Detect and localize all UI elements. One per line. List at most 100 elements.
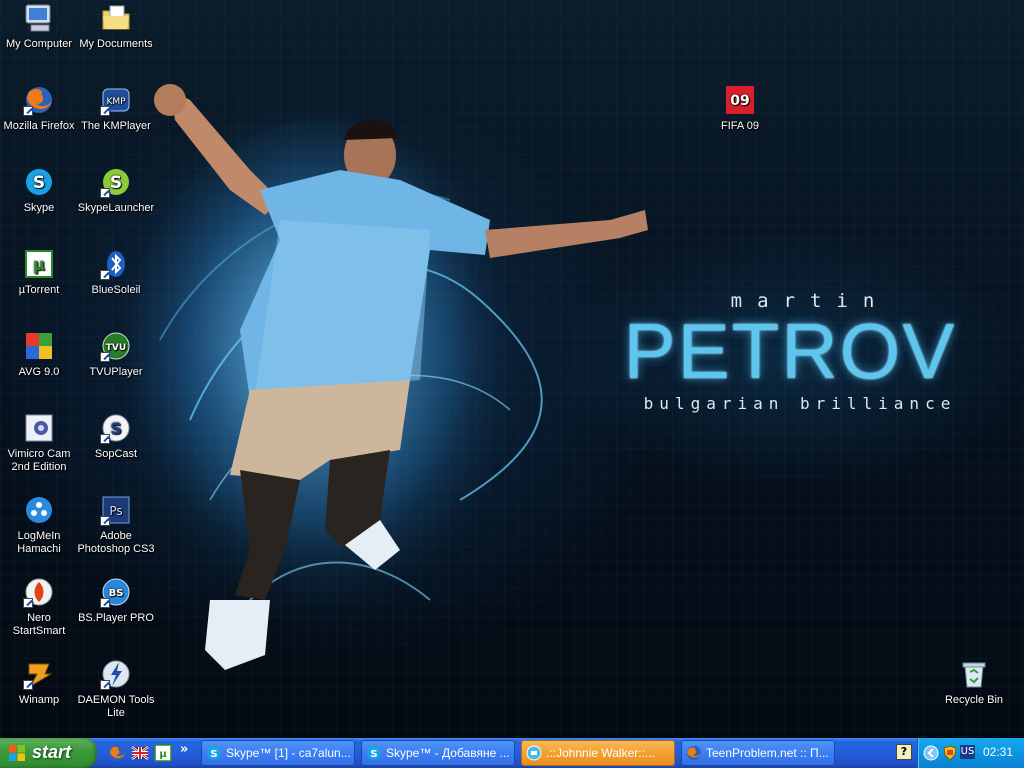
- svg-text:S: S: [110, 419, 122, 438]
- language-indicator[interactable]: US: [960, 745, 975, 759]
- svg-text:µ: µ: [159, 749, 167, 760]
- desktop-icon-skype[interactable]: S Skype: [0, 166, 78, 215]
- desktop-icon-label: AVG 9.0: [18, 366, 60, 378]
- skype-launcher-icon: S: [100, 166, 132, 198]
- start-label: start: [32, 742, 72, 762]
- desktop[interactable]: martin PETROV bulgarian brilliance My Co…: [0, 0, 1024, 738]
- desktop-icon-label: LogMeIn Hamachi: [17, 530, 61, 555]
- bsplayer-icon: BS: [100, 576, 132, 608]
- desktop-icon-skype-launcher[interactable]: S SkypeLauncher: [77, 166, 155, 215]
- desktop-icon-label: My Computer: [5, 38, 73, 50]
- fifa09-icon: 09: [724, 84, 756, 116]
- svg-text:09: 09: [730, 93, 749, 109]
- taskbar-button-skype-chat[interactable]: S Skype™ [1] - ca7alun...: [201, 740, 355, 766]
- desktop-icon-label: Vimicro Cam 2nd Edition: [7, 448, 71, 473]
- svg-text:S: S: [33, 173, 45, 193]
- nero-icon: [23, 576, 55, 608]
- taskbar: start µ » S Skype™ [1] - ca7alun... S Sk…: [0, 738, 1024, 768]
- winamp-icon: [23, 658, 55, 690]
- shortcut-arrow-icon: [100, 516, 110, 526]
- daemon-tools-icon: [100, 658, 132, 690]
- shortcut-arrow-icon: [23, 598, 33, 608]
- desktop-icon-label: µTorrent: [18, 284, 60, 296]
- avg-icon: [23, 330, 55, 362]
- taskbar-button-skype-add[interactable]: S Skype™ - Добавяне ...: [361, 740, 515, 766]
- hamachi-icon: [23, 494, 55, 526]
- wallpaper-tagline: bulgarian brilliance: [643, 394, 957, 413]
- shortcut-arrow-icon: [100, 434, 110, 444]
- desktop-icon-tvuplayer[interactable]: TVU TVUPlayer: [77, 330, 155, 379]
- desktop-icon-hamachi[interactable]: LogMeIn Hamachi: [0, 494, 78, 556]
- desktop-icon-label: Nero StartSmart: [12, 612, 66, 637]
- help-icon[interactable]: ?: [896, 744, 912, 760]
- task-label: Skype™ [1] - ca7alun...: [226, 746, 351, 760]
- clock[interactable]: 02:31: [983, 745, 1013, 759]
- quicklaunch-uk-flag-icon[interactable]: [131, 744, 149, 762]
- shortcut-arrow-icon: [100, 598, 110, 608]
- firefox-icon: [23, 84, 55, 116]
- desktop-icon-label: DAEMON Tools Lite: [77, 694, 155, 719]
- svg-text:S: S: [110, 173, 122, 193]
- photoshop-icon: Ps: [100, 494, 132, 526]
- taskbar-button-johnnie-walker[interactable]: .::Johnnie Walker::...: [521, 740, 675, 766]
- firefox-icon: [687, 746, 701, 760]
- desktop-icon-utorrent[interactable]: µ µTorrent: [0, 248, 78, 297]
- wallpaper-title: martin PETROV bulgarian brilliance: [600, 290, 980, 413]
- quicklaunch-more-chevron[interactable]: »: [180, 742, 188, 757]
- desktop-icon-label: TVUPlayer: [89, 366, 143, 378]
- desktop-icon-photoshop[interactable]: Ps Adobe Photoshop CS3: [77, 494, 155, 556]
- desktop-icon-label: Skype: [23, 202, 55, 214]
- kmplayer-icon: KMP: [100, 84, 132, 116]
- shortcut-arrow-icon: [23, 680, 33, 690]
- shortcut-arrow-icon: [100, 352, 110, 362]
- desktop-icon-label: The KMPlayer: [81, 120, 151, 132]
- svg-text:S: S: [210, 749, 217, 760]
- desktop-icon-sopcast[interactable]: S SopCast: [77, 412, 155, 461]
- skype-icon: S: [207, 746, 221, 760]
- skype-icon: S: [367, 746, 381, 760]
- desktop-icon-label: Winamp: [18, 694, 60, 706]
- security-shield-icon[interactable]: [942, 745, 958, 761]
- desktop-icon-winamp[interactable]: Winamp: [0, 658, 78, 707]
- shortcut-arrow-icon: [100, 270, 110, 280]
- svg-text:BS: BS: [109, 588, 124, 599]
- desktop-icon-label: Recycle Bin: [944, 694, 1004, 706]
- desktop-icon-my-computer[interactable]: My Computer: [0, 2, 78, 51]
- desktop-icon-recycle-bin[interactable]: Recycle Bin: [935, 658, 1013, 707]
- sopcast-icon: S: [100, 412, 132, 444]
- desktop-icon-bluesoleil[interactable]: BlueSoleil: [77, 248, 155, 297]
- quicklaunch-utorrent-icon[interactable]: µ: [154, 744, 172, 762]
- desktop-icon-fifa09[interactable]: 09 FIFA 09: [701, 84, 779, 133]
- quicklaunch-firefox-icon[interactable]: [108, 744, 126, 762]
- tvu-icon: TVU: [100, 330, 132, 362]
- svg-text:µ: µ: [33, 255, 45, 274]
- webcam-icon: [23, 412, 55, 444]
- shortcut-arrow-icon: [100, 188, 110, 198]
- task-label: Skype™ - Добавяне ...: [386, 746, 510, 760]
- shortcut-arrow-icon: [100, 106, 110, 116]
- task-label: TeenProblem.net :: П...: [706, 746, 829, 760]
- desktop-icon-bsplayer[interactable]: BS BS.Player PRO: [77, 576, 155, 625]
- taskbar-button-teenproblem[interactable]: TeenProblem.net :: П...: [681, 740, 835, 766]
- desktop-icon-kmplayer[interactable]: KMP The KMPlayer: [77, 84, 155, 133]
- desktop-icon-label: BS.Player PRO: [78, 612, 154, 624]
- my-documents-icon: [100, 2, 132, 34]
- svg-text:S: S: [370, 749, 377, 760]
- desktop-icon-daemon-tools[interactable]: DAEMON Tools Lite: [77, 658, 155, 720]
- desktop-icon-my-documents[interactable]: My Documents: [77, 2, 155, 51]
- desktop-icon-nero[interactable]: Nero StartSmart: [0, 576, 78, 638]
- desktop-icon-label: FIFA 09: [721, 120, 759, 132]
- tray-collapse-chevron-icon[interactable]: [923, 745, 939, 761]
- recycle-bin-icon: [958, 658, 990, 690]
- desktop-icon-label: Mozilla Firefox: [3, 120, 75, 132]
- skype-icon: S: [23, 166, 55, 198]
- windows-logo-icon: [9, 745, 25, 761]
- start-button[interactable]: start: [0, 738, 97, 768]
- desktop-icon-label: SkypeLauncher: [77, 202, 155, 214]
- desktop-icon-vimicro-cam[interactable]: Vimicro Cam 2nd Edition: [0, 412, 78, 474]
- desktop-icon-firefox[interactable]: Mozilla Firefox: [0, 84, 78, 133]
- desktop-icon-label: BlueSoleil: [91, 284, 141, 296]
- shortcut-arrow-icon: [23, 106, 33, 116]
- utorrent-icon: µ: [23, 248, 55, 280]
- desktop-icon-avg[interactable]: AVG 9.0: [0, 330, 78, 379]
